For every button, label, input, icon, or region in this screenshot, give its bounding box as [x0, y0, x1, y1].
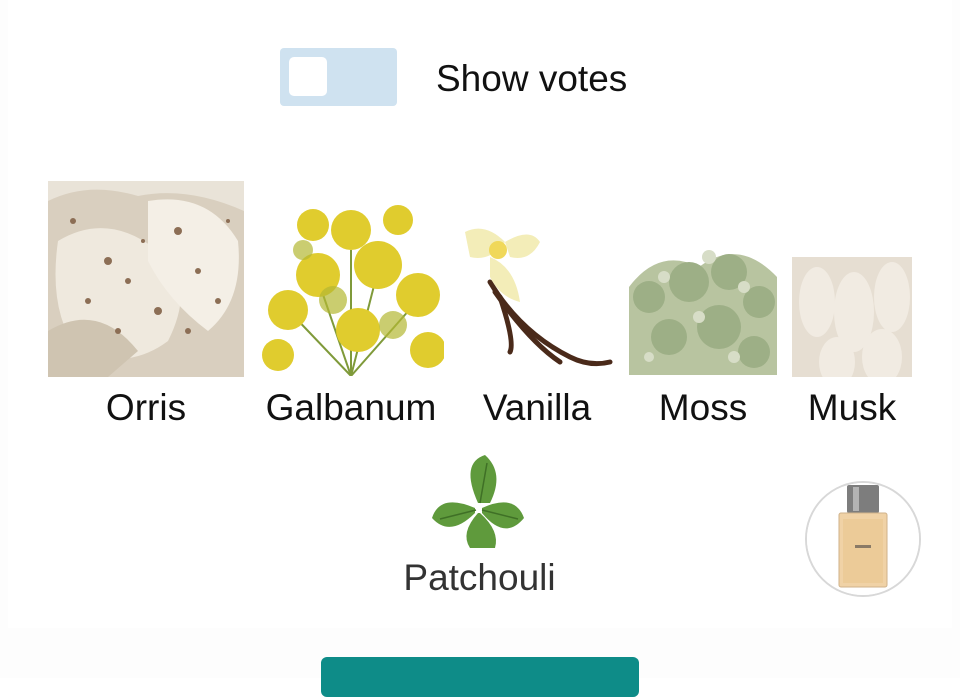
note-musk[interactable]: Musk: [792, 257, 912, 431]
note-vanilla[interactable]: Vanilla: [460, 222, 614, 431]
toggle-knob[interactable]: [289, 57, 327, 96]
orris-root-image: [48, 181, 244, 377]
note-label: Vanilla: [482, 387, 592, 428]
note-galbanum[interactable]: Galbanum: [258, 190, 444, 431]
show-votes-toggle[interactable]: [280, 48, 397, 106]
oakmoss-image: [629, 227, 777, 375]
bottom-action-button[interactable]: [321, 657, 639, 697]
note-patchouli[interactable]: Patchouli: [398, 453, 561, 601]
note-label: Moss: [658, 387, 748, 428]
note-label: Orris: [105, 387, 187, 428]
note-label: Galbanum: [265, 387, 437, 428]
galbanum-flowers-image: [258, 190, 444, 376]
note-label: Patchouli: [403, 557, 556, 598]
vanilla-orchid-image: [460, 222, 614, 376]
patchouli-leaves-image: [430, 453, 525, 548]
note-orris[interactable]: Orris: [48, 181, 244, 431]
perfume-bottle-image: [807, 483, 919, 595]
white-musk-image: [792, 257, 912, 377]
perfume-bottle-thumbnail[interactable]: [805, 481, 921, 597]
note-label: Musk: [807, 387, 897, 428]
note-moss[interactable]: Moss: [629, 227, 777, 431]
show-votes-label: Show votes: [436, 58, 628, 99]
